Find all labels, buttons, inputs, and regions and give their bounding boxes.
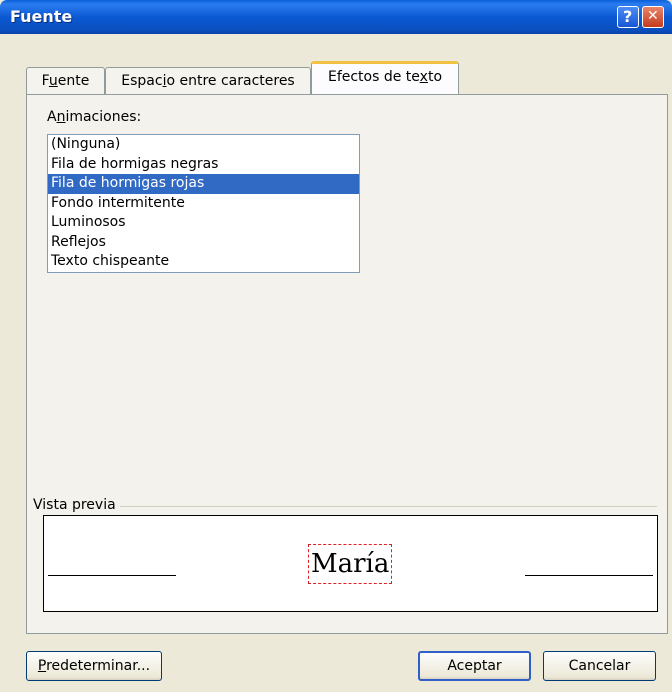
cancel-button[interactable]: Cancelar: [543, 651, 656, 681]
default-button[interactable]: Predeterminar...: [26, 651, 162, 681]
animations-label: Animaciones:: [47, 109, 142, 125]
list-item[interactable]: Fila de hormigas negras: [48, 155, 359, 175]
preview-text: María: [308, 544, 393, 584]
preview-label: Vista previa: [33, 497, 116, 513]
help-button[interactable]: ?: [617, 6, 639, 28]
font-dialog: Fuente ? ✕ Fuente Espacio entre caracter…: [0, 0, 672, 692]
preview-box: María: [43, 515, 658, 612]
list-item[interactable]: Luminosos: [48, 213, 359, 233]
list-item[interactable]: Reflejos: [48, 233, 359, 253]
list-item[interactable]: Texto chispeante: [48, 252, 359, 272]
preview-baseline-right: [525, 575, 653, 576]
preview-baseline-left: [48, 575, 176, 576]
help-icon: ?: [623, 7, 633, 26]
preview-group-divider: [120, 506, 657, 507]
window-title: Fuente: [10, 7, 73, 26]
title-bar: Fuente ? ✕: [0, 0, 672, 34]
tab-espacio-entre-caracteres[interactable]: Espacio entre caracteres: [105, 67, 311, 94]
list-item[interactable]: Fondo intermitente: [48, 194, 359, 214]
list-item-selected[interactable]: Fila de hormigas rojas: [48, 174, 359, 194]
tab-fuente[interactable]: Fuente: [26, 67, 105, 94]
close-icon: ✕: [647, 8, 659, 24]
tab-efectos-de-texto[interactable]: Efectos de texto: [311, 61, 459, 94]
close-button[interactable]: ✕: [642, 6, 664, 28]
list-item[interactable]: (Ninguna): [48, 135, 359, 155]
animations-listbox[interactable]: (Ninguna) Fila de hormigas negras Fila d…: [47, 134, 360, 273]
ok-button[interactable]: Aceptar: [418, 651, 531, 681]
